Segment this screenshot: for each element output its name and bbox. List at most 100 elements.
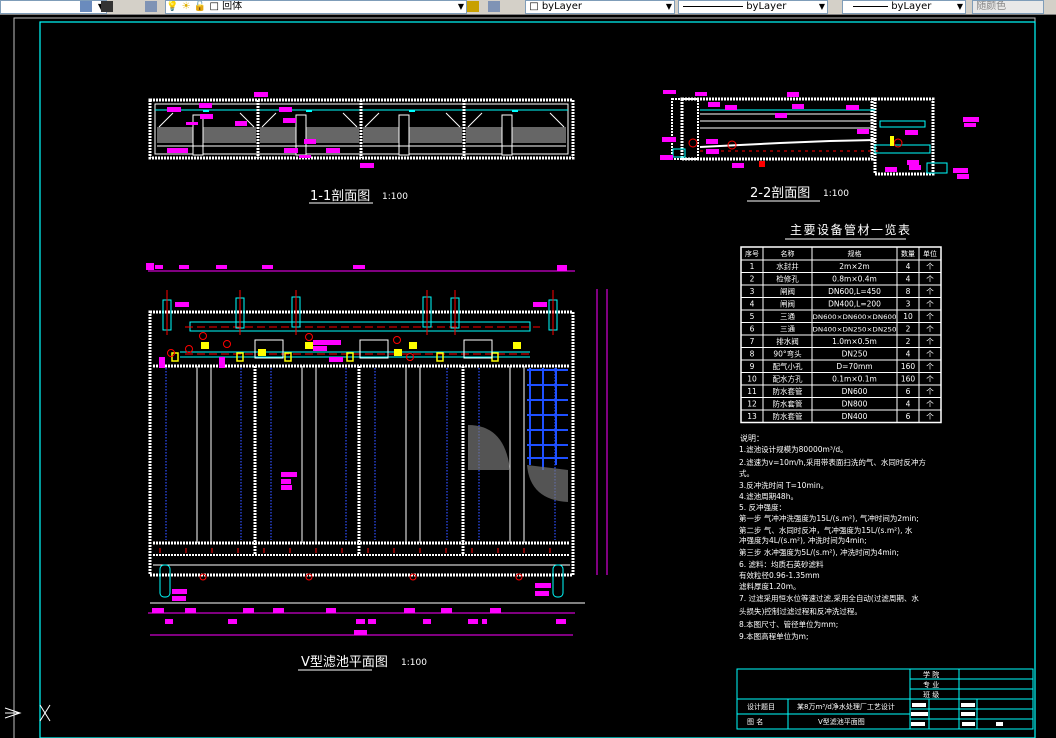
drawing-canvas[interactable]: 1-1剖面图 1:100 2-2剖面图 1:100 V型滤池平面图 1:100 … bbox=[0, 15, 1056, 738]
table-cell: 个 bbox=[926, 412, 934, 421]
layer-properties-icon[interactable] bbox=[101, 1, 113, 12]
table-cell: 个 bbox=[926, 262, 934, 271]
ucs-icon bbox=[4, 704, 51, 722]
table-cell: DN600×DN600×DN600 bbox=[813, 314, 897, 321]
chevron-down-icon: ▼ bbox=[457, 2, 464, 11]
table-cell: 3 bbox=[750, 287, 755, 296]
table-cell: 防水套管 bbox=[773, 386, 803, 396]
table-cell: 个 bbox=[926, 312, 934, 321]
layer-states-icon[interactable] bbox=[80, 1, 92, 12]
design-topic: 某8万m³/d净水处理厂工艺设计 bbox=[797, 702, 895, 711]
note-line: 冲强度为4L/(s.m²), 冲洗时间为4min; bbox=[739, 535, 867, 545]
table-cell: 个 bbox=[926, 362, 934, 371]
color-swatch-icon: □ bbox=[529, 1, 539, 12]
note-line: 7. 过滤采用恒水位等速过滤,采用全自动(过滤周期、水 bbox=[739, 593, 919, 603]
section-1-1-scale: 1:100 bbox=[382, 192, 408, 202]
note-line: 有效粒径0.96-1.35mm bbox=[739, 570, 820, 580]
color-swatch-icon: □ bbox=[209, 1, 219, 12]
section-2-2: 2-2剖面图 1:100 bbox=[660, 90, 979, 202]
table-cell: 个 bbox=[926, 325, 934, 334]
section-1-1-title: 1-1剖面图 bbox=[310, 189, 370, 204]
table-cell: 个 bbox=[926, 287, 934, 296]
table-cell: 13 bbox=[747, 412, 757, 421]
note-line: 9.本图高程单位为m; bbox=[739, 631, 809, 641]
table-cell: 个 bbox=[926, 387, 934, 396]
color-value: byLayer bbox=[541, 1, 582, 12]
note-line: 式。 bbox=[739, 468, 754, 478]
lightbulb-icon: 💡 bbox=[166, 1, 179, 12]
table-header: 单位 bbox=[923, 249, 937, 258]
class-label: 班 级 bbox=[923, 690, 939, 699]
linetype-sample bbox=[683, 5, 743, 7]
v-filter-plan: V型滤池平面图 1:100 bbox=[146, 263, 608, 671]
table-cell: 三通 bbox=[780, 324, 795, 334]
table-cell: 11 bbox=[747, 387, 757, 396]
chevron-down-icon: ▼ bbox=[818, 2, 825, 11]
note-line: 头损失)控制过滤过程和反冲洗过程。 bbox=[739, 606, 862, 616]
table-cell: 6 bbox=[906, 387, 911, 396]
table-cell: 7 bbox=[750, 337, 755, 346]
table-cell: 6 bbox=[750, 325, 755, 334]
school-label: 学 院 bbox=[923, 670, 939, 679]
title-block: 学 院 专 业 班 级 设计题目 某8万m³/d净水处理厂工艺设计 图 名 V型… bbox=[736, 668, 1034, 730]
table-cell: 个 bbox=[926, 300, 934, 309]
table-cell: 闸阀 bbox=[780, 287, 795, 296]
table-cell: 8 bbox=[906, 287, 911, 296]
note-line: 6. 滤料：均质石英砂滤料 bbox=[739, 559, 824, 569]
layer-dropdown[interactable]: 💡 ☀ 🔓 □ 回体 ▼ bbox=[165, 0, 467, 14]
table-cell: 水封井 bbox=[776, 261, 799, 271]
note-line: 滤料厚度1.20m。 bbox=[739, 581, 801, 591]
layer-stack-icon[interactable] bbox=[145, 1, 157, 12]
table-cell: 3 bbox=[906, 300, 911, 309]
table-cell: 排水阀 bbox=[776, 336, 799, 346]
table-cell: 160 bbox=[901, 362, 916, 371]
chevron-down-icon: ▼ bbox=[956, 2, 963, 11]
table-cell: 2 bbox=[750, 275, 755, 284]
table-cell: 0.1m×0.1m bbox=[832, 375, 877, 384]
table-cell: 4 bbox=[750, 300, 755, 309]
table-cell: 配气小孔 bbox=[773, 361, 803, 371]
layer-previous-icon[interactable] bbox=[488, 1, 500, 12]
note-line: 4.滤池周期48h。 bbox=[739, 491, 798, 501]
table-cell: DN600,L=450 bbox=[828, 287, 881, 296]
color-dropdown[interactable]: □ byLayer ▼ bbox=[525, 0, 675, 14]
properties-toolbar: ▼ 💡 ☀ 🔓 □ 回体 ▼ □ byLayer ▼ byLayer ▼ byLay… bbox=[0, 0, 1056, 15]
table-cell: 6 bbox=[906, 412, 911, 421]
table-cell: 9 bbox=[750, 362, 755, 371]
table-cell: 2m×2m bbox=[839, 262, 869, 271]
table-cell: 10 bbox=[747, 375, 757, 384]
table-cell: 90°弯头 bbox=[773, 349, 802, 359]
table-header: 序号 bbox=[745, 249, 759, 258]
table-header: 数量 bbox=[901, 249, 915, 258]
notes-heading: 说明： bbox=[740, 433, 764, 443]
table-cell: 个 bbox=[926, 275, 934, 284]
make-current-layer-icon[interactable] bbox=[467, 1, 479, 12]
table-cell: 防水套管 bbox=[773, 399, 803, 409]
linetype-value: byLayer bbox=[746, 1, 787, 12]
major-label: 专 业 bbox=[923, 680, 939, 689]
plan-title: V型滤池平面图 bbox=[301, 655, 388, 670]
lineweight-dropdown[interactable]: byLayer ▼ bbox=[842, 0, 966, 14]
table-cell: 1 bbox=[750, 262, 755, 271]
lineweight-value: byLayer bbox=[891, 1, 932, 12]
drawing-name: V型滤池平面图 bbox=[818, 717, 865, 726]
table-cell: 三通 bbox=[780, 311, 795, 321]
section-2-2-scale: 1:100 bbox=[823, 189, 849, 199]
table-cell: 4 bbox=[906, 400, 911, 409]
table-header: 规格 bbox=[848, 249, 862, 258]
table-cell: 4 bbox=[906, 350, 911, 359]
plotstyle-dropdown[interactable]: 随颜色 bbox=[972, 0, 1044, 14]
table-cell: 配水方孔 bbox=[773, 374, 803, 384]
table-header: 名称 bbox=[781, 249, 795, 258]
note-line: 第一步 气冲冲洗强度为15L/(s.m²), 气冲时间为2min; bbox=[739, 513, 919, 523]
plotstyle-value: 随颜色 bbox=[976, 1, 1007, 12]
table-cell: DN400 bbox=[842, 412, 868, 421]
table-cell: 4 bbox=[906, 275, 911, 284]
section-1-1: 1-1剖面图 1:100 bbox=[148, 92, 575, 204]
linetype-dropdown[interactable]: byLayer ▼ bbox=[678, 0, 828, 14]
sun-icon: ☀ bbox=[181, 1, 191, 12]
table-cell: 8 bbox=[750, 350, 755, 359]
table-cell: 4 bbox=[906, 262, 911, 271]
table-cell: DN400,L=200 bbox=[828, 300, 881, 309]
table-cell: 检修孔 bbox=[776, 274, 799, 284]
